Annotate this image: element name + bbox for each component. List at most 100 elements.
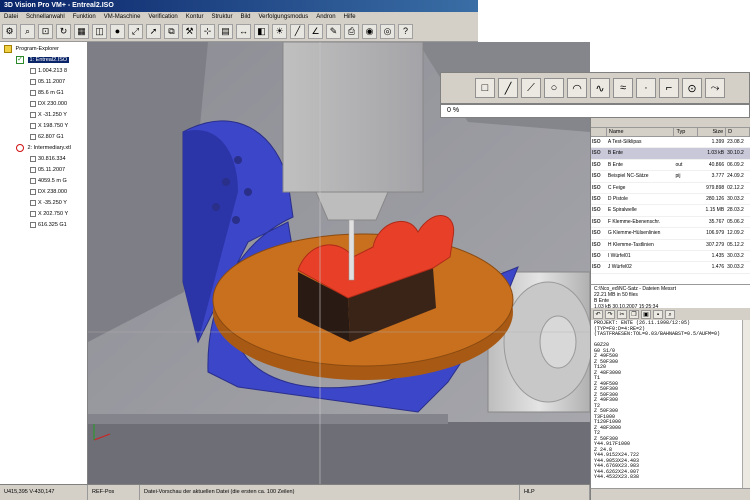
sphere-icon[interactable]: ●	[110, 24, 125, 39]
explorer-detail-value: X 202.750 Y	[38, 211, 69, 217]
menu-item[interactable]: Schnellanwahl	[22, 12, 69, 22]
menu-item[interactable]: Funktion	[69, 12, 100, 22]
explorer-item-1-label: 1: Entreal2.ISO	[27, 57, 70, 63]
file-row[interactable]: ISO C Feige 979.898 02.12.2	[591, 183, 750, 194]
explorer-detail-value: X 198.750 Y	[38, 123, 69, 129]
cut-icon[interactable]: ✂	[617, 309, 627, 319]
folder-icon	[4, 44, 12, 53]
fit-icon[interactable]: ⤢	[128, 24, 143, 39]
status-pos: REF-Pos	[88, 485, 140, 500]
cube-icon[interactable]: ◫	[92, 24, 107, 39]
curve-icon[interactable]: ∿	[590, 78, 610, 98]
arrow-icon[interactable]: ➚	[146, 24, 161, 39]
line-icon[interactable]: ╱	[290, 24, 305, 39]
file-row[interactable]: ISO A Test-Silklipas 1.399 23.08.2	[591, 137, 750, 149]
column-header[interactable]: D	[726, 128, 750, 136]
camera-icon[interactable]: ◉	[362, 24, 377, 39]
geometry-toolbar: □ ╱ ⟋ ○ ◠ ∿ ≈ · ⌐ ⊙ ⤳	[440, 72, 750, 104]
explorer-detail-row: DX 230.000	[0, 99, 87, 110]
file-tag: ISO	[592, 207, 601, 214]
file-date: 30.10.2	[727, 150, 744, 157]
polyline-icon[interactable]: ⟋	[521, 78, 541, 98]
explorer-item-2[interactable]: 2: Intermediary.xtl	[0, 143, 87, 154]
circle-icon[interactable]: ○	[544, 78, 564, 98]
file-row[interactable]: ISO G Klemme-Hülsenlinien 106.979 12.09.2	[591, 228, 750, 240]
explorer-detail-row: 4059.5 m G	[0, 176, 87, 187]
light-icon[interactable]: ☀	[272, 24, 287, 39]
undo-icon[interactable]: ↶	[593, 309, 603, 319]
rotary-hub	[539, 315, 577, 369]
line-tool-icon[interactable]: ╱	[498, 78, 518, 98]
file-size: 307.279	[706, 241, 725, 248]
file-row[interactable]: ISO I Würfel01 1.435 30.03.2	[591, 251, 750, 263]
save-icon[interactable]: ▪	[653, 309, 663, 319]
gear-icon[interactable]: ⚙	[2, 24, 17, 39]
help-icon[interactable]: ?	[398, 24, 413, 39]
file-tag: ISO	[592, 173, 601, 180]
file-typ	[674, 137, 698, 147]
node-icon[interactable]: ⊙	[682, 78, 702, 98]
explorer-root[interactable]: Program-Explorer	[0, 44, 87, 55]
paste-icon[interactable]: ▣	[641, 309, 651, 319]
corner-icon[interactable]: ⌐	[659, 78, 679, 98]
fixture-hole	[234, 156, 242, 164]
spline-icon[interactable]: ≈	[613, 78, 633, 98]
file-row[interactable]: ISO B Ente out 40.866 06.09.2	[591, 160, 750, 172]
arc-icon[interactable]: ◠	[567, 78, 587, 98]
column-header[interactable]: Name	[607, 128, 675, 136]
grid-icon[interactable]: ▤	[218, 24, 233, 39]
file-row[interactable]: ISO B Ente 1.03 kB 30.10.2	[591, 148, 750, 160]
checkbox-checked-icon[interactable]: ✓	[16, 55, 24, 64]
tool-icon[interactable]: ⚒	[182, 24, 197, 39]
magnifier-icon[interactable]: ⌕	[20, 24, 35, 39]
file-row[interactable]: ISO H Klemme-Tastlinien 307.279 05.12.2	[591, 240, 750, 251]
point-icon[interactable]: ·	[636, 78, 656, 98]
menu-item[interactable]: Datei	[0, 12, 22, 22]
no-entry-icon[interactable]	[16, 143, 24, 152]
explorer-item-1[interactable]: ✓ 1: Entreal2.ISO	[0, 55, 87, 66]
file-date: 23.08.2	[727, 139, 744, 145]
file-row[interactable]: ISO F Klemme-Ebenenschr. 35.767 05.06.2	[591, 217, 750, 229]
menu-item[interactable]: Kontur	[182, 12, 208, 22]
column-header[interactable]	[591, 128, 607, 136]
explorer-detail-value: 62.807 G1	[38, 134, 64, 140]
print-icon[interactable]: ⎙	[344, 24, 359, 39]
palette-icon[interactable]: ▦	[74, 24, 89, 39]
explorer-detail-row: 05.11.2007	[0, 165, 87, 176]
angle-icon[interactable]: ∠	[308, 24, 323, 39]
target-icon[interactable]: ◎	[380, 24, 395, 39]
file-tag: ISO	[592, 139, 601, 145]
file-date: 02.12.2	[727, 184, 744, 191]
file-row[interactable]: ISO J Würfel02 1.476 30.03.2	[591, 262, 750, 274]
file-date: 30.03.2	[727, 252, 744, 259]
copy-icon[interactable]: ❐	[629, 309, 639, 319]
rotate-icon[interactable]: ↻	[56, 24, 71, 39]
file-date: 30.03.2	[727, 264, 744, 271]
file-row[interactable]: ISO D Pistole 280.126 30.03.2	[591, 194, 750, 206]
file-row[interactable]: ISO E Spiralwelle 1.15 MB 28.03.2	[591, 205, 750, 217]
axis-icon[interactable]: ⊹	[200, 24, 215, 39]
explorer-detail-row: 85.6 m G1	[0, 88, 87, 99]
split-icon[interactable]: ⧉	[164, 24, 179, 39]
square-icon[interactable]: □	[475, 78, 495, 98]
menu-item[interactable]: Hilfe	[340, 12, 360, 22]
menu-item[interactable]: Verification	[144, 12, 181, 22]
menu-item[interactable]: Andron	[312, 12, 339, 22]
zoom-fit-icon[interactable]: ⊡	[38, 24, 53, 39]
base-rail-top	[88, 414, 448, 424]
redo-icon[interactable]: ↷	[605, 309, 615, 319]
find-icon[interactable]: ⌕	[665, 309, 675, 319]
column-header[interactable]: Typ	[674, 128, 699, 136]
menu-item[interactable]: Verfolgungsmodus	[255, 12, 313, 22]
pen-icon[interactable]: ✎	[326, 24, 341, 39]
nc-code-editor[interactable]: PROJEKT: ENTE (26.11.1998/12:05) (TYP=F0:…	[590, 320, 750, 488]
menu-item[interactable]: Struktur	[207, 12, 236, 22]
editor-scrollbar[interactable]	[742, 320, 750, 488]
file-row[interactable]: ISO Beispiel NC-Sätze pij 3.777 24.09.2	[591, 171, 750, 183]
menu-item[interactable]: VM-Maschine	[100, 12, 145, 22]
path-icon[interactable]: ⤳	[705, 78, 725, 98]
column-header[interactable]: Size	[698, 128, 727, 136]
menu-item[interactable]: Bild	[236, 12, 254, 22]
measure-icon[interactable]: ↔	[236, 24, 251, 39]
section-icon[interactable]: ◧	[254, 24, 269, 39]
